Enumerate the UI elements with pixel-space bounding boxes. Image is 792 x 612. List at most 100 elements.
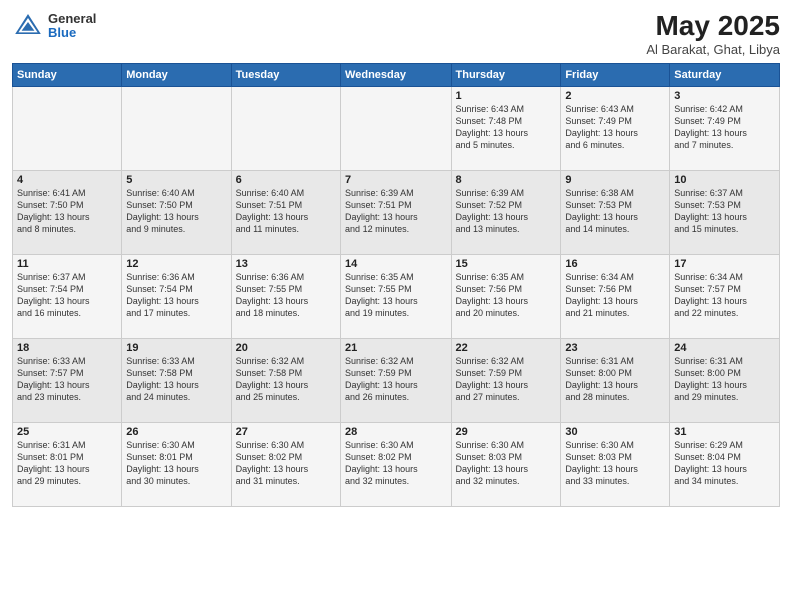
calendar-cell: 14Sunrise: 6:35 AM Sunset: 7:55 PM Dayli… xyxy=(341,255,451,339)
title-block: May 2025 Al Barakat, Ghat, Libya xyxy=(646,10,780,57)
calendar-cell: 1Sunrise: 6:43 AM Sunset: 7:48 PM Daylig… xyxy=(451,87,561,171)
day-info: Sunrise: 6:39 AM Sunset: 7:52 PM Dayligh… xyxy=(456,187,557,236)
day-number: 4 xyxy=(17,174,117,186)
calendar-cell: 17Sunrise: 6:34 AM Sunset: 7:57 PM Dayli… xyxy=(670,255,780,339)
calendar-cell: 25Sunrise: 6:31 AM Sunset: 8:01 PM Dayli… xyxy=(13,423,122,507)
day-number: 7 xyxy=(345,174,446,186)
calendar-cell: 20Sunrise: 6:32 AM Sunset: 7:58 PM Dayli… xyxy=(231,339,340,423)
calendar-cell: 3Sunrise: 6:42 AM Sunset: 7:49 PM Daylig… xyxy=(670,87,780,171)
day-info: Sunrise: 6:33 AM Sunset: 7:58 PM Dayligh… xyxy=(126,355,226,404)
day-number: 17 xyxy=(674,258,775,270)
day-number: 5 xyxy=(126,174,226,186)
logo-blue: Blue xyxy=(48,26,96,40)
day-info: Sunrise: 6:38 AM Sunset: 7:53 PM Dayligh… xyxy=(565,187,665,236)
day-number: 15 xyxy=(456,258,557,270)
day-number: 10 xyxy=(674,174,775,186)
calendar-cell: 26Sunrise: 6:30 AM Sunset: 8:01 PM Dayli… xyxy=(122,423,231,507)
calendar-cell: 4Sunrise: 6:41 AM Sunset: 7:50 PM Daylig… xyxy=(13,171,122,255)
day-number: 16 xyxy=(565,258,665,270)
week-row-1: 4Sunrise: 6:41 AM Sunset: 7:50 PM Daylig… xyxy=(13,171,780,255)
weekday-friday: Friday xyxy=(561,64,670,87)
day-info: Sunrise: 6:35 AM Sunset: 7:55 PM Dayligh… xyxy=(345,271,446,320)
month-year: May 2025 xyxy=(646,10,780,42)
day-number: 29 xyxy=(456,426,557,438)
day-number: 1 xyxy=(456,90,557,102)
calendar-cell: 5Sunrise: 6:40 AM Sunset: 7:50 PM Daylig… xyxy=(122,171,231,255)
calendar-cell: 13Sunrise: 6:36 AM Sunset: 7:55 PM Dayli… xyxy=(231,255,340,339)
day-info: Sunrise: 6:41 AM Sunset: 7:50 PM Dayligh… xyxy=(17,187,117,236)
day-info: Sunrise: 6:39 AM Sunset: 7:51 PM Dayligh… xyxy=(345,187,446,236)
calendar-cell xyxy=(231,87,340,171)
calendar-cell: 15Sunrise: 6:35 AM Sunset: 7:56 PM Dayli… xyxy=(451,255,561,339)
week-row-3: 18Sunrise: 6:33 AM Sunset: 7:57 PM Dayli… xyxy=(13,339,780,423)
calendar-cell: 19Sunrise: 6:33 AM Sunset: 7:58 PM Dayli… xyxy=(122,339,231,423)
day-info: Sunrise: 6:40 AM Sunset: 7:50 PM Dayligh… xyxy=(126,187,226,236)
day-number: 24 xyxy=(674,342,775,354)
day-number: 23 xyxy=(565,342,665,354)
calendar-cell: 11Sunrise: 6:37 AM Sunset: 7:54 PM Dayli… xyxy=(13,255,122,339)
day-info: Sunrise: 6:35 AM Sunset: 7:56 PM Dayligh… xyxy=(456,271,557,320)
day-info: Sunrise: 6:30 AM Sunset: 8:02 PM Dayligh… xyxy=(345,439,446,488)
day-number: 19 xyxy=(126,342,226,354)
day-info: Sunrise: 6:43 AM Sunset: 7:48 PM Dayligh… xyxy=(456,103,557,152)
day-info: Sunrise: 6:33 AM Sunset: 7:57 PM Dayligh… xyxy=(17,355,117,404)
calendar-cell: 23Sunrise: 6:31 AM Sunset: 8:00 PM Dayli… xyxy=(561,339,670,423)
calendar-cell xyxy=(341,87,451,171)
calendar-cell: 28Sunrise: 6:30 AM Sunset: 8:02 PM Dayli… xyxy=(341,423,451,507)
day-info: Sunrise: 6:43 AM Sunset: 7:49 PM Dayligh… xyxy=(565,103,665,152)
calendar-cell: 6Sunrise: 6:40 AM Sunset: 7:51 PM Daylig… xyxy=(231,171,340,255)
weekday-sunday: Sunday xyxy=(13,64,122,87)
day-info: Sunrise: 6:29 AM Sunset: 8:04 PM Dayligh… xyxy=(674,439,775,488)
day-info: Sunrise: 6:34 AM Sunset: 7:57 PM Dayligh… xyxy=(674,271,775,320)
day-info: Sunrise: 6:32 AM Sunset: 7:59 PM Dayligh… xyxy=(456,355,557,404)
day-number: 18 xyxy=(17,342,117,354)
weekday-row: SundayMondayTuesdayWednesdayThursdayFrid… xyxy=(13,64,780,87)
week-row-4: 25Sunrise: 6:31 AM Sunset: 8:01 PM Dayli… xyxy=(13,423,780,507)
calendar-cell: 9Sunrise: 6:38 AM Sunset: 7:53 PM Daylig… xyxy=(561,171,670,255)
day-number: 3 xyxy=(674,90,775,102)
day-number: 2 xyxy=(565,90,665,102)
calendar-cell: 18Sunrise: 6:33 AM Sunset: 7:57 PM Dayli… xyxy=(13,339,122,423)
day-info: Sunrise: 6:30 AM Sunset: 8:01 PM Dayligh… xyxy=(126,439,226,488)
day-number: 20 xyxy=(236,342,336,354)
weekday-monday: Monday xyxy=(122,64,231,87)
calendar-cell: 30Sunrise: 6:30 AM Sunset: 8:03 PM Dayli… xyxy=(561,423,670,507)
day-info: Sunrise: 6:31 AM Sunset: 8:01 PM Dayligh… xyxy=(17,439,117,488)
calendar-cell: 27Sunrise: 6:30 AM Sunset: 8:02 PM Dayli… xyxy=(231,423,340,507)
calendar-cell: 7Sunrise: 6:39 AM Sunset: 7:51 PM Daylig… xyxy=(341,171,451,255)
calendar-cell: 2Sunrise: 6:43 AM Sunset: 7:49 PM Daylig… xyxy=(561,87,670,171)
calendar: SundayMondayTuesdayWednesdayThursdayFrid… xyxy=(12,63,780,507)
day-number: 11 xyxy=(17,258,117,270)
calendar-cell: 31Sunrise: 6:29 AM Sunset: 8:04 PM Dayli… xyxy=(670,423,780,507)
day-number: 13 xyxy=(236,258,336,270)
day-number: 8 xyxy=(456,174,557,186)
day-info: Sunrise: 6:31 AM Sunset: 8:00 PM Dayligh… xyxy=(674,355,775,404)
week-row-2: 11Sunrise: 6:37 AM Sunset: 7:54 PM Dayli… xyxy=(13,255,780,339)
page: General Blue May 2025 Al Barakat, Ghat, … xyxy=(0,0,792,612)
weekday-thursday: Thursday xyxy=(451,64,561,87)
day-number: 27 xyxy=(236,426,336,438)
calendar-cell xyxy=(122,87,231,171)
day-number: 12 xyxy=(126,258,226,270)
day-number: 31 xyxy=(674,426,775,438)
calendar-cell: 29Sunrise: 6:30 AM Sunset: 8:03 PM Dayli… xyxy=(451,423,561,507)
day-info: Sunrise: 6:32 AM Sunset: 7:59 PM Dayligh… xyxy=(345,355,446,404)
calendar-cell xyxy=(13,87,122,171)
calendar-cell: 12Sunrise: 6:36 AM Sunset: 7:54 PM Dayli… xyxy=(122,255,231,339)
day-number: 9 xyxy=(565,174,665,186)
day-info: Sunrise: 6:30 AM Sunset: 8:02 PM Dayligh… xyxy=(236,439,336,488)
weekday-tuesday: Tuesday xyxy=(231,64,340,87)
day-info: Sunrise: 6:37 AM Sunset: 7:54 PM Dayligh… xyxy=(17,271,117,320)
header: General Blue May 2025 Al Barakat, Ghat, … xyxy=(12,10,780,57)
day-info: Sunrise: 6:36 AM Sunset: 7:55 PM Dayligh… xyxy=(236,271,336,320)
calendar-cell: 10Sunrise: 6:37 AM Sunset: 7:53 PM Dayli… xyxy=(670,171,780,255)
day-info: Sunrise: 6:37 AM Sunset: 7:53 PM Dayligh… xyxy=(674,187,775,236)
logo-general: General xyxy=(48,12,96,26)
day-number: 6 xyxy=(236,174,336,186)
logo-icon xyxy=(12,10,44,42)
day-info: Sunrise: 6:34 AM Sunset: 7:56 PM Dayligh… xyxy=(565,271,665,320)
day-number: 22 xyxy=(456,342,557,354)
location: Al Barakat, Ghat, Libya xyxy=(646,42,780,57)
weekday-saturday: Saturday xyxy=(670,64,780,87)
day-number: 30 xyxy=(565,426,665,438)
